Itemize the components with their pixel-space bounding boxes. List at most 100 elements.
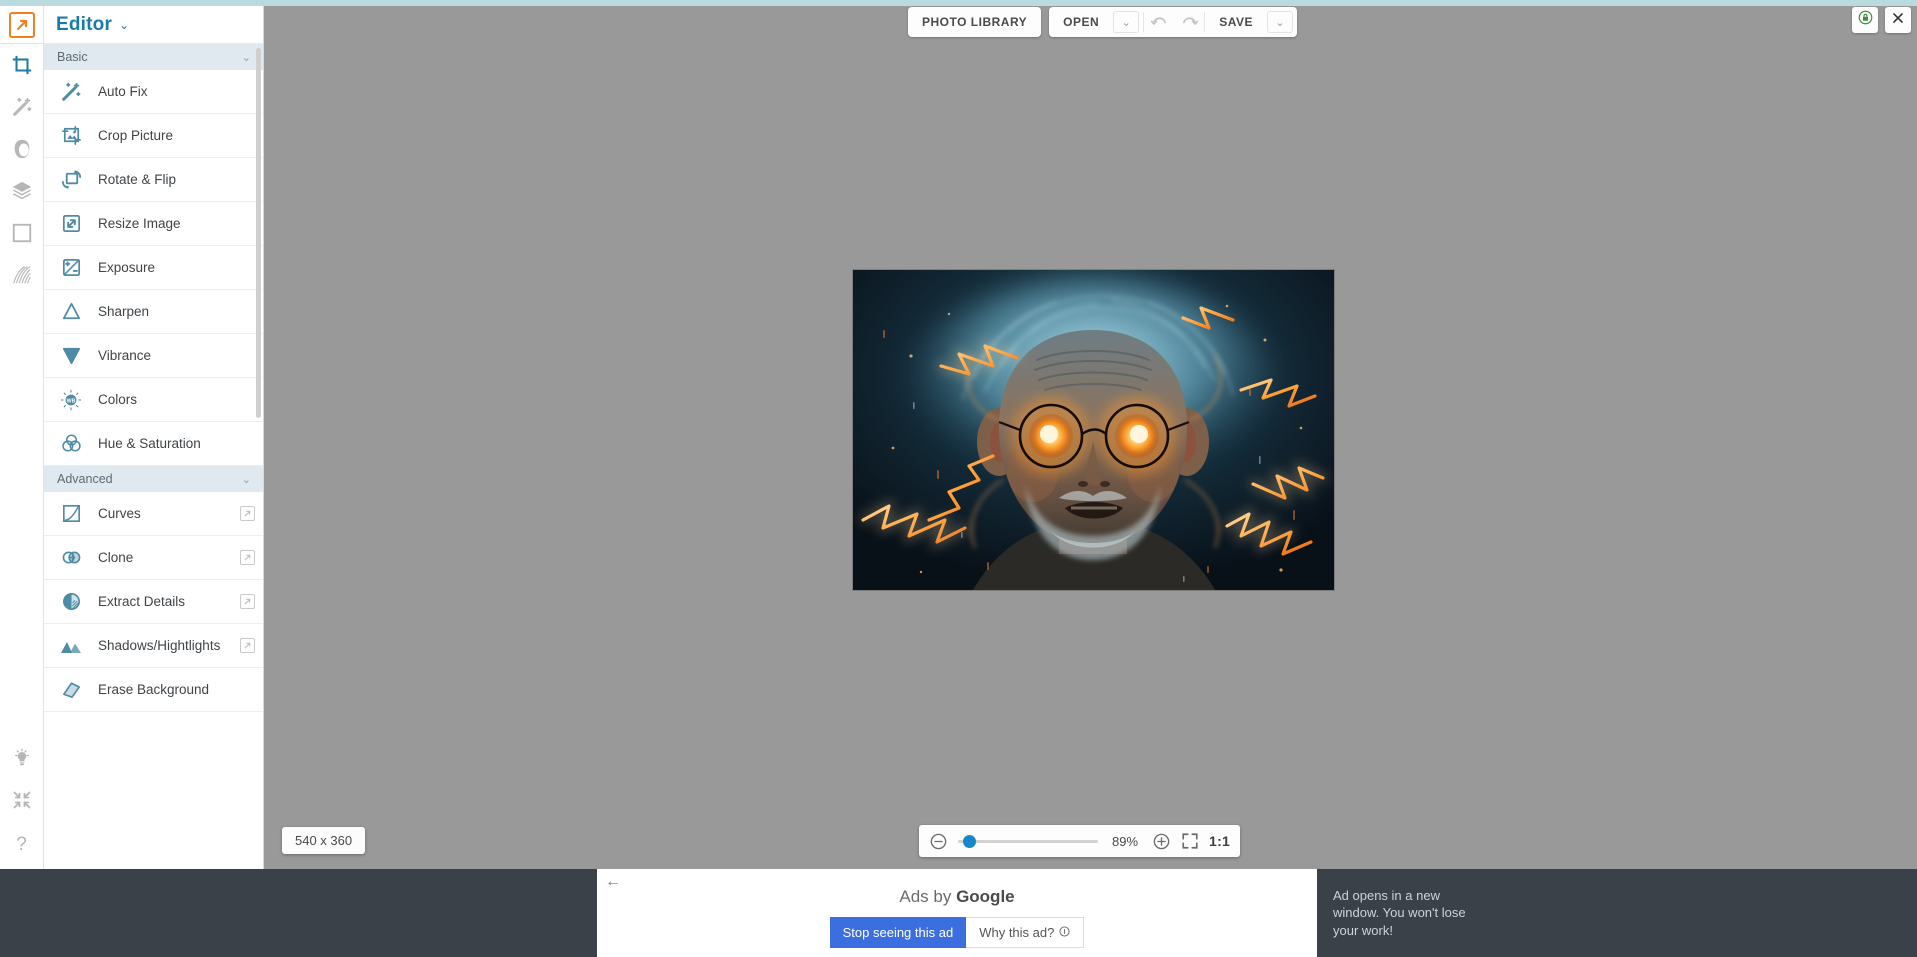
- close-button[interactable]: [1885, 7, 1911, 33]
- save-button[interactable]: SAVE: [1205, 7, 1267, 37]
- tool-item-extract-details[interactable]: Extract Details: [44, 580, 263, 624]
- zoom-in-icon[interactable]: [1152, 832, 1171, 851]
- green-lock-icon: [1858, 10, 1873, 30]
- ad-button-row: Stop seeing this ad Why this ad?: [597, 917, 1317, 948]
- photo-library-group: PHOTO LIBRARY: [908, 7, 1042, 37]
- ad-note-text: Ad opens in a new window. You won't lose…: [1333, 888, 1466, 938]
- image-canvas: [853, 270, 1334, 590]
- fit-screen-icon[interactable]: [1181, 832, 1199, 850]
- tool-panel: Editor ⌄ Basic ⌄ Auto Fix Crop Picture R…: [44, 6, 264, 869]
- panel-scrollbar[interactable]: [256, 48, 261, 418]
- resize-icon: [58, 211, 84, 237]
- edited-image[interactable]: [853, 270, 1334, 590]
- ads-by-prefix: Ads by: [899, 887, 957, 906]
- rail-item-texture[interactable]: [0, 254, 44, 296]
- tool-label: Curves: [98, 506, 141, 521]
- pro-badge-icon[interactable]: [240, 506, 255, 521]
- hue-saturation-icon: [58, 431, 84, 457]
- group-header-advanced[interactable]: Advanced ⌄: [44, 466, 263, 492]
- tool-label: Auto Fix: [98, 84, 148, 99]
- top-toolbar: PHOTO LIBRARY OPEN ⌄ SAVE ⌄: [908, 7, 1297, 37]
- tool-item-hue-saturation[interactable]: Hue & Saturation: [44, 422, 263, 466]
- layers-icon: [11, 180, 33, 202]
- chevron-down-icon[interactable]: ⌄: [242, 51, 251, 64]
- tool-item-shadows-highlights[interactable]: Shadows/Hightlights: [44, 624, 263, 668]
- rail-item-crop[interactable]: [0, 44, 44, 86]
- tool-label: Colors: [98, 392, 138, 407]
- chevron-down-icon[interactable]: ⌄: [242, 473, 251, 486]
- secure-lock-button[interactable]: [1852, 7, 1878, 33]
- undo-arrow-icon[interactable]: [1144, 7, 1174, 37]
- tool-item-sharpen[interactable]: Sharpen: [44, 290, 263, 334]
- panel-header[interactable]: Editor ⌄: [44, 6, 263, 44]
- rail-item-tips[interactable]: [0, 737, 44, 779]
- tool-item-curves[interactable]: Curves: [44, 492, 263, 536]
- zoom-slider[interactable]: [958, 832, 1098, 850]
- group-label: Basic: [57, 50, 88, 64]
- clone-icon: [58, 545, 84, 571]
- rail-item-retouch[interactable]: [0, 86, 44, 128]
- tool-label: Erase Background: [98, 682, 210, 697]
- close-x-icon: [1891, 11, 1905, 30]
- collapse-arrows-icon: [12, 790, 32, 810]
- tool-label: Crop Picture: [98, 128, 174, 143]
- curves-icon: [58, 501, 84, 527]
- ads-by-google-label: Ads by Google: [597, 887, 1317, 907]
- info-circle-icon: [1059, 925, 1070, 940]
- file-actions-group: OPEN ⌄ SAVE ⌄: [1049, 7, 1297, 37]
- tool-item-auto-fix[interactable]: Auto Fix: [44, 70, 263, 114]
- zoom-out-icon[interactable]: [929, 832, 948, 851]
- page-title: Editor: [56, 13, 113, 35]
- arrow-box-logo-icon: [8, 11, 35, 38]
- tool-item-exposure[interactable]: Exposure: [44, 246, 263, 290]
- tool-item-erase-background[interactable]: Erase Background: [44, 668, 263, 712]
- chevron-down-icon[interactable]: ⌄: [119, 19, 129, 31]
- zoom-toolbar: 89% 1:1: [919, 825, 1241, 857]
- editor-app: ? Editor ⌄ Basic ⌄ Auto Fix Crop Picture…: [0, 0, 1917, 957]
- google-brand: Google: [956, 887, 1015, 906]
- stop-seeing-ad-button[interactable]: Stop seeing this ad: [829, 917, 967, 948]
- app-logo[interactable]: [0, 6, 44, 44]
- why-this-ad-button[interactable]: Why this ad?: [966, 917, 1085, 948]
- rail-item-collapse[interactable]: [0, 779, 44, 821]
- rail-item-help[interactable]: ?: [0, 821, 44, 869]
- extract-details-icon: [58, 589, 84, 615]
- tool-label: Extract Details: [98, 594, 186, 609]
- panel-scroll-area: Basic ⌄ Auto Fix Crop Picture Rotate & F…: [44, 44, 263, 869]
- tool-item-clone[interactable]: Clone: [44, 536, 263, 580]
- portrait-retouch-icon: [11, 138, 33, 160]
- frame-icon: [11, 222, 33, 244]
- pro-badge-icon[interactable]: [240, 594, 255, 609]
- crop-icon: [11, 54, 33, 76]
- open-button[interactable]: OPEN: [1049, 7, 1113, 37]
- ad-bar: ← Ads by Google Stop seeing this ad Why …: [0, 869, 1917, 957]
- magic-wand-icon: [58, 79, 84, 105]
- rail-item-frame[interactable]: [0, 212, 44, 254]
- tool-label: Rotate & Flip: [98, 172, 177, 187]
- image-dimensions-badge: 540 x 360: [282, 827, 366, 854]
- rail-item-portrait[interactable]: [0, 128, 44, 170]
- tool-item-resize-image[interactable]: Resize Image: [44, 202, 263, 246]
- pro-badge-icon[interactable]: [240, 638, 255, 653]
- left-icon-rail: ?: [0, 6, 44, 869]
- group-header-basic[interactable]: Basic ⌄: [44, 44, 263, 70]
- tool-item-crop-picture[interactable]: Crop Picture: [44, 114, 263, 158]
- tool-label: Clone: [98, 550, 134, 565]
- open-dropdown-chevron-down-icon[interactable]: ⌄: [1113, 11, 1140, 33]
- tool-item-colors[interactable]: WB Colors: [44, 378, 263, 422]
- why-this-ad-label: Why this ad?: [979, 925, 1055, 940]
- save-dropdown-chevron-down-icon[interactable]: ⌄: [1266, 11, 1293, 33]
- exposure-icon: [58, 255, 84, 281]
- tool-item-vibrance[interactable]: Vibrance: [44, 334, 263, 378]
- rail-item-layers[interactable]: [0, 170, 44, 212]
- svg-text:WB: WB: [67, 398, 76, 404]
- photo-library-button[interactable]: PHOTO LIBRARY: [908, 7, 1041, 37]
- zoom-slider-knob[interactable]: [963, 834, 976, 848]
- tool-item-rotate-flip[interactable]: Rotate & Flip: [44, 158, 263, 202]
- actual-size-button[interactable]: 1:1: [1209, 833, 1230, 849]
- tool-label: Shadows/Hightlights: [98, 638, 221, 653]
- texture-icon: [11, 264, 33, 286]
- vibrance-icon: [58, 343, 84, 369]
- pro-badge-icon[interactable]: [240, 550, 255, 565]
- redo-arrow-icon[interactable]: [1174, 7, 1204, 37]
